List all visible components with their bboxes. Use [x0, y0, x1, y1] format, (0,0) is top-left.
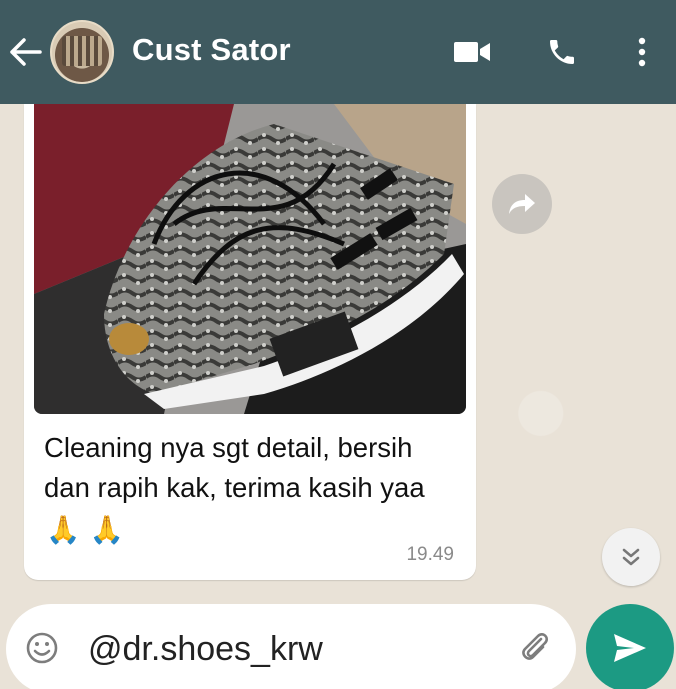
forward-button[interactable] — [492, 174, 552, 234]
message-photo[interactable] — [34, 104, 466, 414]
share-forward-icon — [509, 194, 535, 214]
send-icon — [614, 634, 646, 662]
smiley-icon — [26, 632, 58, 664]
send-button[interactable] — [586, 604, 674, 689]
message-caption: Cleaning nya sgt detail, bersih dan rapi… — [44, 428, 464, 550]
sneaker-photo — [34, 104, 466, 414]
voice-call-button[interactable] — [540, 30, 584, 74]
message-input[interactable] — [88, 628, 488, 670]
paperclip-icon — [522, 633, 548, 660]
folded-hands-emoji: 🙏 — [46, 513, 81, 545]
message-text: Cleaning nya sgt detail, bersih dan rapi… — [44, 432, 425, 503]
attach-button[interactable] — [512, 626, 556, 670]
vertical-dots-icon — [638, 37, 646, 67]
back-button[interactable] — [6, 30, 46, 74]
scroll-down-button[interactable] — [602, 528, 660, 586]
message-timestamp: 19.49 — [406, 544, 454, 565]
avatar[interactable] — [50, 20, 114, 84]
message-composer — [6, 604, 576, 689]
phone-icon — [550, 40, 574, 64]
folded-hands-emoji: 🙏 — [89, 513, 125, 545]
double-chevron-down-icon — [622, 548, 640, 566]
message-bubble[interactable]: Cleaning nya sgt detail, bersih dan rapi… — [24, 104, 476, 580]
video-camera-icon — [454, 42, 490, 62]
video-call-button[interactable] — [448, 30, 496, 74]
contact-name[interactable]: Cust Sator — [132, 32, 291, 68]
emoji-button[interactable] — [20, 626, 64, 670]
chat-header: Cust Sator — [0, 0, 676, 104]
more-options-button[interactable] — [622, 30, 662, 74]
arrow-left-icon — [10, 38, 42, 66]
